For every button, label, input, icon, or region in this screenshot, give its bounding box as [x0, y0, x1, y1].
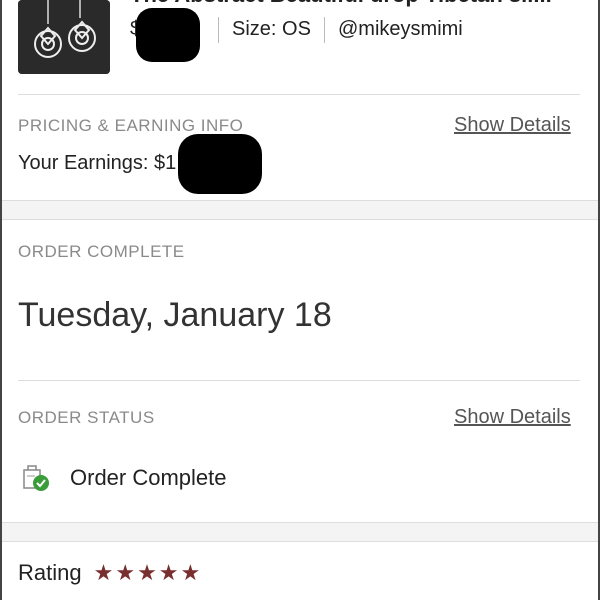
status-show-details-link[interactable]: Show Details — [454, 406, 571, 429]
divider — [18, 380, 580, 381]
your-earnings: Your Earnings: $1 — [18, 152, 177, 174]
earring-image-icon — [18, 0, 110, 74]
meta-separator — [218, 17, 219, 43]
star-icon: ★ — [137, 560, 157, 585]
star-icon: ★ — [180, 560, 201, 585]
product-thumbnail[interactable] — [18, 0, 110, 74]
meta-separator — [324, 17, 325, 43]
section-gap — [2, 200, 598, 220]
order-status-row: Order Complete — [20, 462, 227, 494]
seller-username[interactable]: @mikeysmimi — [338, 18, 463, 41]
product-title[interactable]: The Abstract Beautiful drop Tibetan sil.… — [130, 0, 590, 8]
order-complete-heading: ORDER COMPLETE — [18, 242, 185, 261]
rating-stars: ★ ★ ★ ★ ★ — [94, 562, 203, 584]
order-complete-date: Tuesday, January 18 — [18, 296, 332, 334]
order-status-heading: ORDER STATUS — [18, 408, 155, 427]
product-size: Size: OS — [232, 18, 311, 40]
pricing-heading: PRICING & EARNING INFO — [18, 116, 244, 135]
divider — [18, 94, 580, 95]
star-icon: ★ — [158, 560, 179, 585]
rating-row: Rating ★ ★ ★ ★ ★ — [18, 560, 202, 586]
pricing-show-details-link[interactable]: Show Details — [454, 114, 571, 137]
redacted-price — [136, 8, 200, 62]
order-status-text: Order Complete — [70, 465, 227, 490]
screen-border-left — [0, 0, 2, 600]
order-complete-check-icon — [23, 465, 49, 491]
star-icon: ★ — [115, 560, 136, 585]
star-icon: ★ — [93, 560, 114, 585]
section-gap — [2, 522, 598, 542]
redacted-earnings — [178, 134, 262, 194]
rating-label: Rating — [18, 560, 82, 585]
